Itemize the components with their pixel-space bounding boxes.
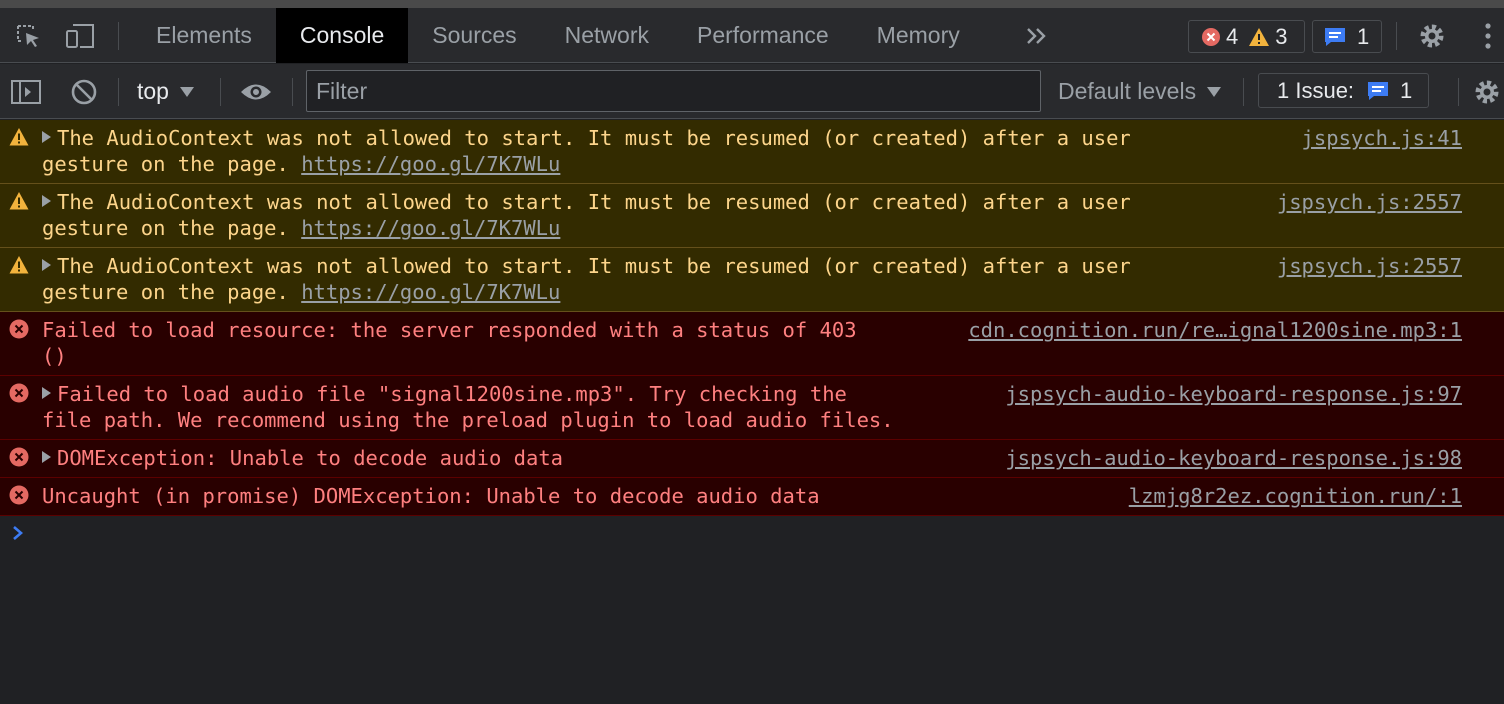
live-expression-eye-icon[interactable] (238, 64, 274, 119)
tab-elements[interactable]: Elements (132, 8, 276, 63)
clear-console-icon[interactable] (66, 64, 102, 119)
context-selector-label: top (137, 78, 169, 104)
warning-icon (9, 256, 29, 274)
message-source-link[interactable]: jspsych.js:41 (1302, 125, 1462, 151)
console-message-error[interactable]: Failed to load resource: the server resp… (0, 312, 1504, 376)
message-text: Failed to load audio file "signal1200sin… (42, 381, 847, 407)
console-toolbar: top Default levels 1 Issue: 1 (0, 64, 1504, 119)
console-message-error[interactable]: DOMException: Unable to decode audio dat… (0, 440, 1504, 478)
toolbar-divider (118, 22, 119, 50)
tab-performance[interactable]: Performance (673, 8, 853, 63)
message-source-link[interactable]: lzmjg8r2ez.cognition.run/:1 (1129, 483, 1462, 509)
expand-triangle-icon[interactable] (42, 131, 51, 143)
inspect-element-icon[interactable] (10, 8, 46, 63)
message-text: The AudioContext was not allowed to star… (42, 189, 1131, 215)
message-text: The AudioContext was not allowed to star… (42, 253, 1131, 279)
window-titlebar (0, 0, 1504, 8)
console-message-warning[interactable]: The AudioContext was not allowed to star… (0, 184, 1504, 248)
message-source-link[interactable]: jspsych-audio-keyboard-response.js:98 (1005, 445, 1462, 471)
info-count: 1 (1357, 23, 1370, 49)
message-text-continued: () (42, 344, 67, 368)
message-text-continued: gesture on the page. https://goo.gl/7K7W… (42, 152, 561, 176)
toolbar-divider (118, 78, 119, 106)
console-message-warning[interactable]: The AudioContext was not allowed to star… (0, 248, 1504, 312)
error-count-icon (1202, 27, 1220, 46)
expand-triangle-icon[interactable] (42, 387, 51, 399)
info-message-icon (1325, 27, 1345, 46)
tab-memory[interactable]: Memory (853, 8, 984, 63)
message-link[interactable]: https://goo.gl/7K7WLu (301, 152, 560, 176)
log-levels-label: Default levels (1058, 78, 1197, 104)
message-text-continued: gesture on the page. https://goo.gl/7K7W… (42, 280, 561, 304)
devtools-tabbar: Elements Console Sources Network Perform… (0, 8, 1504, 63)
tab-network[interactable]: Network (541, 8, 673, 63)
error-icon (9, 319, 29, 339)
issues-count-button[interactable]: 1 (1312, 20, 1382, 53)
warning-icon (9, 192, 29, 210)
message-text-continued: file path. We recommend using the preloa… (42, 408, 894, 432)
message-text-continued: gesture on the page. https://goo.gl/7K7W… (42, 216, 561, 240)
warning-count: 3 (1275, 23, 1288, 49)
expand-triangle-icon[interactable] (42, 195, 51, 207)
console-messages: The AudioContext was not allowed to star… (0, 120, 1504, 516)
message-text: Failed to load resource: the server resp… (42, 318, 857, 342)
console-message-warning[interactable]: The AudioContext was not allowed to star… (0, 120, 1504, 184)
toolbar-divider (1243, 78, 1244, 106)
sidebar-toggle-icon[interactable] (8, 64, 44, 119)
message-source-link[interactable]: jspsych.js:2557 (1277, 189, 1462, 215)
console-filter-input[interactable] (306, 70, 1041, 112)
message-counts-button[interactable]: 4 3 (1188, 20, 1305, 53)
issues-label: 1 Issue: (1277, 77, 1355, 103)
message-text: The AudioContext was not allowed to star… (42, 125, 1131, 151)
message-link[interactable]: https://goo.gl/7K7WLu (301, 216, 560, 240)
chevron-down-icon (179, 86, 194, 97)
toolbar-divider (292, 78, 293, 106)
console-message-error[interactable]: Uncaught (in promise) DOMException: Unab… (0, 478, 1504, 516)
error-icon (9, 485, 29, 505)
expand-triangle-icon[interactable] (42, 259, 51, 271)
log-levels-dropdown[interactable]: Default levels (1058, 64, 1222, 119)
console-settings-gear-icon[interactable] (1470, 64, 1504, 119)
expand-triangle-icon[interactable] (42, 451, 51, 463)
message-source-link[interactable]: jspsych.js:2557 (1277, 253, 1462, 279)
message-text: DOMException: Unable to decode audio dat… (42, 445, 563, 471)
error-icon (9, 447, 29, 467)
message-source-link[interactable]: cdn.cognition.run/re…ignal1200sine.mp3:1 (968, 317, 1462, 343)
tab-sources[interactable]: Sources (408, 8, 540, 63)
toolbar-divider (1396, 22, 1397, 50)
panel-tabs: Elements Console Sources Network Perform… (132, 8, 984, 63)
tab-console[interactable]: Console (275, 8, 409, 63)
error-count: 4 (1226, 23, 1239, 49)
error-icon (9, 383, 29, 403)
message-source-link[interactable]: jspsych-audio-keyboard-response.js:97 (1005, 381, 1462, 407)
more-options-icon[interactable] (1476, 8, 1500, 63)
issues-count: 1 (1400, 77, 1413, 103)
chevron-down-icon (1207, 86, 1222, 97)
settings-gear-icon[interactable] (1414, 8, 1450, 63)
device-toolbar-icon[interactable] (62, 8, 98, 63)
toolbar-divider (220, 78, 221, 106)
context-selector[interactable]: top (137, 64, 195, 119)
console-message-error[interactable]: Failed to load audio file "signal1200sin… (0, 376, 1504, 440)
issues-button[interactable]: 1 Issue: 1 (1258, 73, 1429, 108)
message-text: Uncaught (in promise) DOMException: Unab… (42, 484, 820, 508)
more-tabs-icon[interactable] (1022, 8, 1052, 63)
issue-info-icon (1368, 81, 1389, 100)
warning-count-icon (1249, 27, 1270, 46)
message-link[interactable]: https://goo.gl/7K7WLu (301, 280, 560, 304)
warning-icon (9, 128, 29, 146)
toolbar-divider (1458, 78, 1459, 106)
console-prompt-chevron-icon[interactable] (11, 524, 25, 547)
